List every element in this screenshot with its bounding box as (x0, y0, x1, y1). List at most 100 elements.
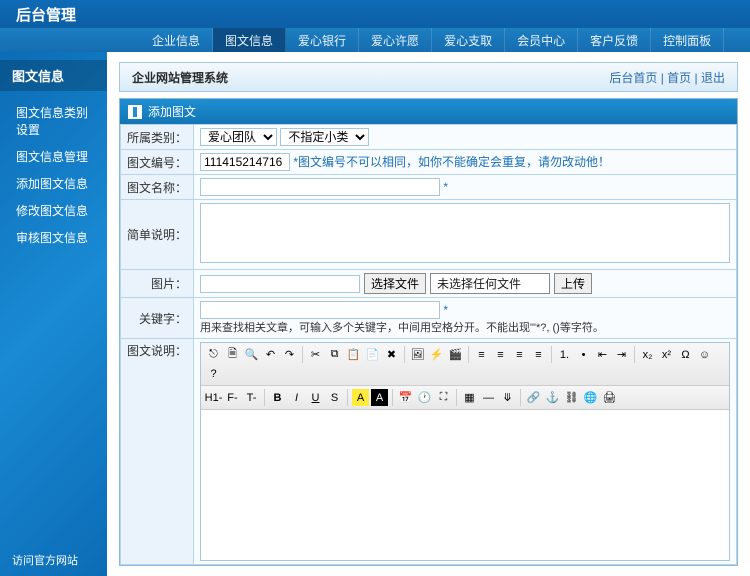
sep (468, 346, 469, 363)
map-icon[interactable]: 🌐 (582, 389, 599, 406)
insert-time-icon[interactable]: 🕐 (416, 389, 433, 406)
redo-icon[interactable]: ↷ (281, 346, 298, 363)
hr-icon[interactable]: — (480, 389, 497, 406)
paste-text-icon[interactable]: 📄 (364, 346, 381, 363)
delete-icon[interactable]: ✖ (383, 346, 400, 363)
file-status-text: 未选择任何文件 (430, 273, 550, 294)
top-nav: 企业信息图文信息爱心银行爱心许愿爱心支取会员中心客户反馈控制面板 (0, 28, 750, 52)
sidebar-item-3[interactable]: 修改图文信息 (0, 197, 107, 224)
paste-icon[interactable]: 📋 (345, 346, 362, 363)
sidebar-item-1[interactable]: 图文信息管理 (0, 143, 107, 170)
font-color-icon[interactable]: A (371, 389, 388, 406)
keyword-hint: 用来查找相关文章，可输入多个关键字，中间用空格分开。不能出现"'*?, ()等字… (200, 319, 730, 335)
editor-toolbar-2: H1-F-T-BIUSAA📅🕐⛶▦—⤋🔗⚓⛓🌐🖨 (201, 386, 729, 410)
editor-toolbar-1: ⎋🗎🔍↶↷✂⧉📋📄✖🖼⚡🎬≡≡≡≡1.•⇤⇥x₂x²Ω☺? (201, 343, 729, 386)
nav-item-4[interactable]: 爱心支取 (432, 28, 505, 52)
h-icon[interactable]: H1- (205, 389, 222, 406)
outdent-icon[interactable]: ⇤ (594, 346, 611, 363)
list-ul-icon[interactable]: • (575, 346, 592, 363)
align-center-icon[interactable]: ≡ (492, 346, 509, 363)
copy-icon[interactable]: ⧉ (326, 346, 343, 363)
image-icon[interactable]: 🖼 (409, 346, 426, 363)
link-icon[interactable]: 🔗 (525, 389, 542, 406)
sep (520, 389, 521, 406)
sep (392, 389, 393, 406)
page-break-icon[interactable]: ⤋ (499, 389, 516, 406)
sidebar-item-4[interactable]: 审核图文信息 (0, 224, 107, 251)
name-input[interactable] (200, 178, 440, 196)
subscript-icon[interactable]: x₂ (639, 346, 656, 363)
superscript-icon[interactable]: x² (658, 346, 675, 363)
keyword-star: * (443, 303, 448, 317)
indent-icon[interactable]: ⇥ (613, 346, 630, 363)
nav-item-5[interactable]: 会员中心 (505, 28, 578, 52)
sidebar: 图文信息 图文信息类别设置图文信息管理添加图文信息修改图文信息审核图文信息 访问… (0, 52, 107, 576)
subcategory-select[interactable]: 不指定小类 (280, 128, 369, 146)
print-icon[interactable]: 🖨 (601, 389, 618, 406)
font-size-icon[interactable]: T- (243, 389, 260, 406)
name-star: * (443, 180, 448, 194)
no-input[interactable] (200, 153, 290, 171)
pic-label: 图片： (120, 270, 193, 298)
header-link-2[interactable]: 退出 (701, 71, 725, 85)
brief-textarea[interactable] (200, 203, 730, 263)
desc-label: 图文说明： (120, 339, 193, 565)
nav-item-3[interactable]: 爱心许愿 (359, 28, 432, 52)
sidebar-footer-link[interactable]: 访问官方网站 (0, 544, 107, 576)
editor-content[interactable] (201, 410, 729, 560)
sep (404, 346, 405, 363)
panel-title-text: 添加图文 (148, 103, 196, 120)
emoji-icon[interactable]: ☺ (696, 346, 713, 363)
list-ol-icon[interactable]: 1. (556, 346, 573, 363)
undo-icon[interactable]: ↶ (262, 346, 279, 363)
header-link-1[interactable]: 首页 (667, 71, 691, 85)
sidebar-menu: 图文信息类别设置图文信息管理添加图文信息修改图文信息审核图文信息 (0, 91, 107, 259)
nav-item-6[interactable]: 客户反馈 (578, 28, 651, 52)
no-hint: *图文编号不可以相同，如你不能确定会重复，请勿改动他！ (293, 155, 610, 169)
header-link-0[interactable]: 后台首页 (609, 71, 657, 85)
cut-icon[interactable]: ✂ (307, 346, 324, 363)
sep (456, 389, 457, 406)
bold-icon[interactable]: B (269, 389, 286, 406)
align-justify-icon[interactable]: ≡ (530, 346, 547, 363)
anchor-icon[interactable]: ⚓ (544, 389, 561, 406)
sidebar-item-0[interactable]: 图文信息类别设置 (0, 99, 107, 143)
upload-button[interactable]: 上传 (554, 273, 592, 294)
keyword-label: 关键字： (120, 298, 193, 339)
align-left-icon[interactable]: ≡ (473, 346, 490, 363)
font-family-icon[interactable]: F- (224, 389, 241, 406)
sidebar-item-2[interactable]: 添加图文信息 (0, 170, 107, 197)
keyword-input[interactable] (200, 301, 440, 319)
brand-title: 后台管理 (16, 4, 76, 25)
sep (347, 389, 348, 406)
doc-icon (128, 105, 142, 119)
unlink-icon[interactable]: ⛓ (563, 389, 580, 406)
choose-file-button[interactable]: 选择文件 (364, 273, 426, 294)
page-title: 企业网站管理系统 (132, 69, 228, 86)
nav-item-2[interactable]: 爱心银行 (286, 28, 359, 52)
fullscreen-icon[interactable]: ⛶ (435, 389, 452, 406)
panel-title: 添加图文 (120, 99, 737, 124)
highlight-icon[interactable]: A (352, 389, 369, 406)
italic-icon[interactable]: I (288, 389, 305, 406)
nav-item-0[interactable]: 企业信息 (140, 28, 213, 52)
help-icon[interactable]: ? (205, 365, 222, 382)
strike-icon[interactable]: S (326, 389, 343, 406)
nav-item-1[interactable]: 图文信息 (213, 28, 286, 52)
find-icon[interactable]: 🔍 (243, 346, 260, 363)
symbol-icon[interactable]: Ω (677, 346, 694, 363)
insert-date-icon[interactable]: 📅 (397, 389, 414, 406)
pic-path-input[interactable] (200, 275, 360, 293)
sep (302, 346, 303, 363)
underline-icon[interactable]: U (307, 389, 324, 406)
media-icon[interactable]: 🎬 (447, 346, 464, 363)
category-select[interactable]: 爱心团队 (200, 128, 277, 146)
page-icon[interactable]: 🗎 (224, 346, 241, 363)
sep (634, 346, 635, 363)
nav-item-7[interactable]: 控制面板 (651, 28, 724, 52)
src-icon[interactable]: ⎋ (205, 346, 222, 363)
align-right-icon[interactable]: ≡ (511, 346, 528, 363)
flash-icon[interactable]: ⚡ (428, 346, 445, 363)
table-icon[interactable]: ▦ (461, 389, 478, 406)
sep (264, 389, 265, 406)
